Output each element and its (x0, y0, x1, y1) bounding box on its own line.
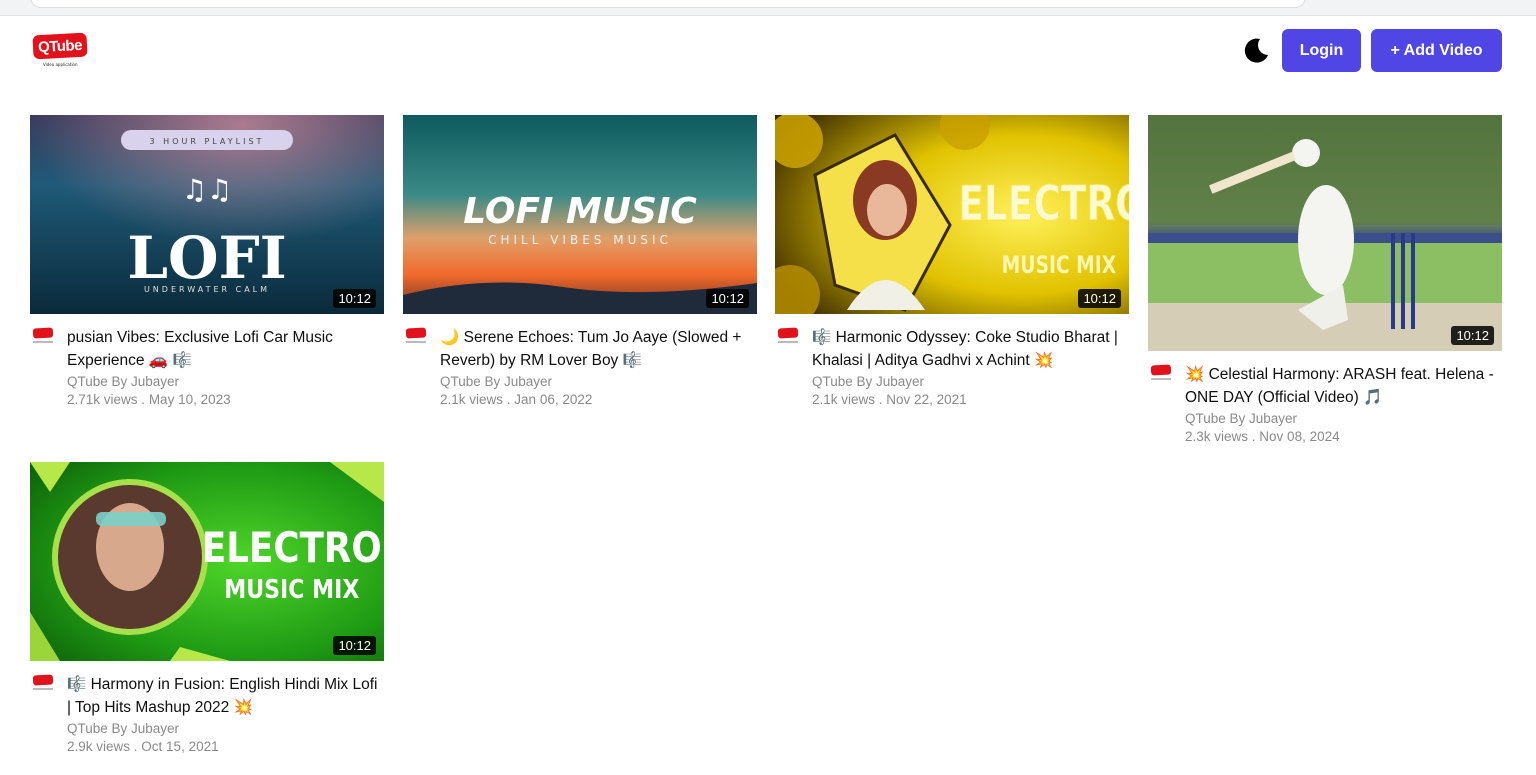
video-thumbnail[interactable]: 3 HOUR PLAYLIST ♫♫ LOFI UNDERWATER CALM … (30, 115, 384, 314)
music-notes-icon: ♫♫ (182, 173, 232, 206)
thumb-title: LOFI MUSIC (463, 191, 697, 232)
video-title[interactable]: 💥 Celestial Harmony: ARASH feat. Helena … (1185, 363, 1502, 409)
channel-name[interactable]: QTube By Jubayer (67, 720, 384, 738)
upload-date: Jan 06, 2022 (514, 392, 593, 407)
channel-avatar[interactable] (777, 327, 800, 346)
dark-mode-moon-icon[interactable] (1241, 36, 1271, 66)
logo-tagline: Video application (43, 62, 78, 67)
thumb-subtitle: MUSIC MIX (1002, 252, 1117, 280)
thumb-title: ELECTRO (958, 177, 1129, 233)
channel-name[interactable]: QTube By Jubayer (1185, 410, 1502, 428)
view-count: 2.1k views (440, 392, 504, 407)
channel-avatar[interactable] (1150, 364, 1173, 383)
channel-name[interactable]: QTube By Jubayer (67, 373, 384, 391)
thumb-subtitle: MUSIC MIX (224, 574, 360, 604)
upload-date: May 10, 2023 (148, 392, 231, 407)
channel-name[interactable]: QTube By Jubayer (812, 373, 1129, 391)
video-thumbnail[interactable]: ELECTRO MUSIC MIX 10:12 (30, 462, 384, 661)
thumb-subtitle: UNDERWATER CALM (144, 285, 270, 294)
channel-avatar[interactable] (405, 327, 428, 346)
video-card[interactable]: 10:12 💥 Celestial Harmony: ARASH feat. H… (1148, 115, 1502, 446)
video-title[interactable]: 🎼 Harmony in Fusion: English Hindi Mix L… (67, 673, 384, 719)
upload-date: Oct 15, 2021 (141, 739, 219, 754)
video-title[interactable]: 🎼 Harmonic Odyssey: Coke Studio Bharat |… (812, 326, 1129, 372)
upload-date: Nov 22, 2021 (886, 392, 967, 407)
video-title[interactable]: 🌙 Serene Echoes: Tum Jo Aaye (Slowed + R… (440, 326, 757, 372)
channel-avatar[interactable] (32, 327, 55, 346)
video-thumbnail[interactable]: 10:12 (1148, 115, 1502, 351)
login-button[interactable]: Login (1282, 29, 1361, 72)
video-card[interactable]: ELECTRO MUSIC MIX 10:12 🎼 Harmonic Odyss… (775, 115, 1129, 409)
add-video-button[interactable]: + Add Video (1371, 29, 1502, 72)
logo-text: QTube (37, 36, 83, 56)
video-card[interactable]: 3 HOUR PLAYLIST ♫♫ LOFI UNDERWATER CALM … (30, 115, 384, 409)
address-bar[interactable] (30, 0, 1306, 8)
video-duration: 10:12 (1451, 326, 1494, 345)
thumb-top-text: 3 HOUR PLAYLIST (150, 137, 265, 146)
upload-date: Nov 08, 2024 (1259, 429, 1340, 444)
video-duration: 10:12 (333, 636, 376, 655)
view-count: 2.1k views (812, 392, 876, 407)
view-count: 2.71k views (67, 392, 138, 407)
qtube-logo[interactable]: QTube Video application (32, 32, 88, 70)
video-stats: 2.71k views . May 10, 2023 (67, 392, 231, 407)
video-title[interactable]: pusian Vibes: Exclusive Lofi Car Music E… (67, 326, 384, 372)
view-count: 2.9k views (67, 739, 131, 754)
video-thumbnail[interactable]: ELECTRO MUSIC MIX 10:12 (775, 115, 1129, 314)
channel-name[interactable]: QTube By Jubayer (440, 373, 757, 391)
video-card[interactable]: LOFI MUSIC CHILL VIBES MUSIC 10:12 🌙 Ser… (403, 115, 757, 409)
thumb-title: LOFI (127, 224, 287, 292)
channel-avatar[interactable] (32, 674, 55, 693)
browser-top-strip (0, 0, 1536, 16)
video-thumbnail[interactable]: LOFI MUSIC CHILL VIBES MUSIC 10:12 (403, 115, 757, 314)
video-card[interactable]: ELECTRO MUSIC MIX 10:12 🎼 Harmony in Fus… (30, 462, 384, 756)
view-count: 2.3k views (1185, 429, 1249, 444)
video-stats: 2.9k views . Oct 15, 2021 (67, 739, 219, 754)
video-duration: 10:12 (1078, 289, 1121, 308)
thumb-title: ELECTRO (202, 524, 382, 572)
video-stats: 2.1k views . Jan 06, 2022 (440, 392, 593, 407)
thumb-subtitle: CHILL VIBES MUSIC (488, 233, 672, 247)
video-duration: 10:12 (706, 289, 749, 308)
video-stats: 2.3k views . Nov 08, 2024 (1185, 429, 1340, 444)
video-stats: 2.1k views . Nov 22, 2021 (812, 392, 967, 407)
video-duration: 10:12 (333, 289, 376, 308)
